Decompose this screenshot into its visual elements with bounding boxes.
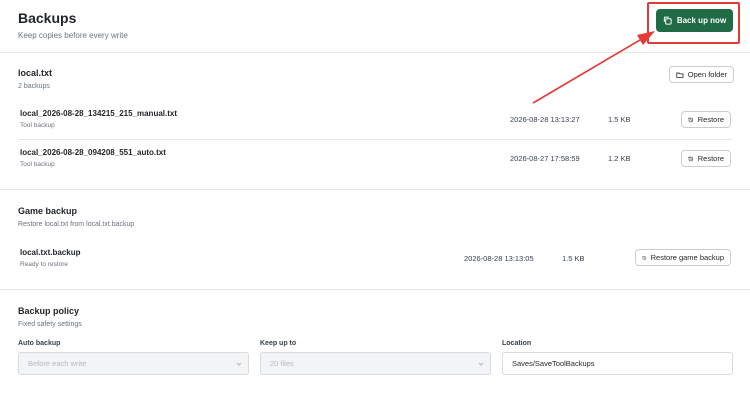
location-label: Location — [502, 340, 532, 347]
open-folder-button[interactable]: Open folder — [669, 66, 734, 83]
chevron-down-icon — [236, 362, 242, 366]
backup-policy-section: Backup policy Fixed safety settings Auto… — [0, 291, 750, 417]
history-icon — [642, 255, 647, 260]
back-up-now-label: Back up now — [676, 16, 727, 25]
backup-size: 1.5 KB — [608, 115, 631, 124]
local-backups-section: local.txt 2 backups Open folder local_20… — [0, 53, 750, 190]
section-title: Backup policy — [18, 306, 80, 316]
location-field[interactable]: Saves/SaveToolBackups — [502, 352, 733, 375]
backup-row: local_2026-08-28_134215_215_manual.txt T… — [0, 100, 750, 140]
game-backup-date: 2026-08-28 13:13:05 — [464, 254, 534, 263]
restore-game-backup-button[interactable]: Restore game backup — [635, 249, 731, 266]
history-icon — [688, 117, 694, 122]
section-subtitle: 2 backups — [18, 83, 50, 90]
section-subtitle: Fixed safety settings — [18, 321, 82, 328]
open-folder-label: Open folder — [687, 70, 727, 79]
backup-file-name: local_2026-08-28_134215_215_manual.txt — [20, 109, 177, 118]
game-backup-size: 1.5 KB — [562, 254, 585, 263]
page-header: Backups Keep copies before every write B… — [0, 0, 750, 53]
keep-up-to-select[interactable]: 20 files — [260, 352, 491, 375]
keep-up-to-label: Keep up to — [260, 340, 297, 347]
restore-label: Restore — [697, 115, 724, 124]
game-backup-status: Ready to restore — [20, 261, 69, 268]
restore-button[interactable]: Restore — [681, 111, 731, 128]
backup-size: 1.2 KB — [608, 154, 631, 163]
folder-icon — [676, 72, 684, 78]
page-title: Backups — [18, 10, 77, 26]
restore-button[interactable]: Restore — [681, 150, 731, 167]
auto-backup-value: Before each write — [28, 359, 87, 368]
backup-kind: Tool backup — [20, 161, 55, 168]
copy-icon — [663, 16, 672, 25]
backup-file-name: local_2026-08-28_094208_551_auto.txt — [20, 148, 166, 157]
auto-backup-select[interactable]: Before each write — [18, 352, 249, 375]
backup-date: 2026-08-27 17:58:59 — [510, 154, 580, 163]
chevron-down-icon — [478, 362, 484, 366]
history-icon — [688, 156, 694, 161]
game-backup-row: local.txt.backup Ready to restore 2026-0… — [0, 238, 750, 278]
restore-game-backup-label: Restore game backup — [650, 253, 724, 262]
game-backup-file-name: local.txt.backup — [20, 248, 81, 257]
backup-date: 2026-08-28 13:13:27 — [510, 115, 580, 124]
page-subtitle: Keep copies before every write — [18, 31, 128, 40]
location-value: Saves/SaveToolBackups — [512, 359, 595, 368]
back-up-now-button[interactable]: Back up now — [656, 9, 733, 32]
backup-kind: Tool backup — [20, 122, 55, 129]
auto-backup-label: Auto backup — [18, 340, 61, 347]
section-title: local.txt — [18, 68, 53, 78]
section-title: Game backup — [18, 206, 78, 216]
section-subtitle: Restore local.txt from local.txt.backup — [18, 221, 135, 228]
backup-row: local_2026-08-28_094208_551_auto.txt Too… — [0, 139, 750, 179]
restore-label: Restore — [697, 154, 724, 163]
game-backup-section: Game backup Restore local.txt from local… — [0, 191, 750, 290]
keep-up-to-value: 20 files — [270, 359, 294, 368]
